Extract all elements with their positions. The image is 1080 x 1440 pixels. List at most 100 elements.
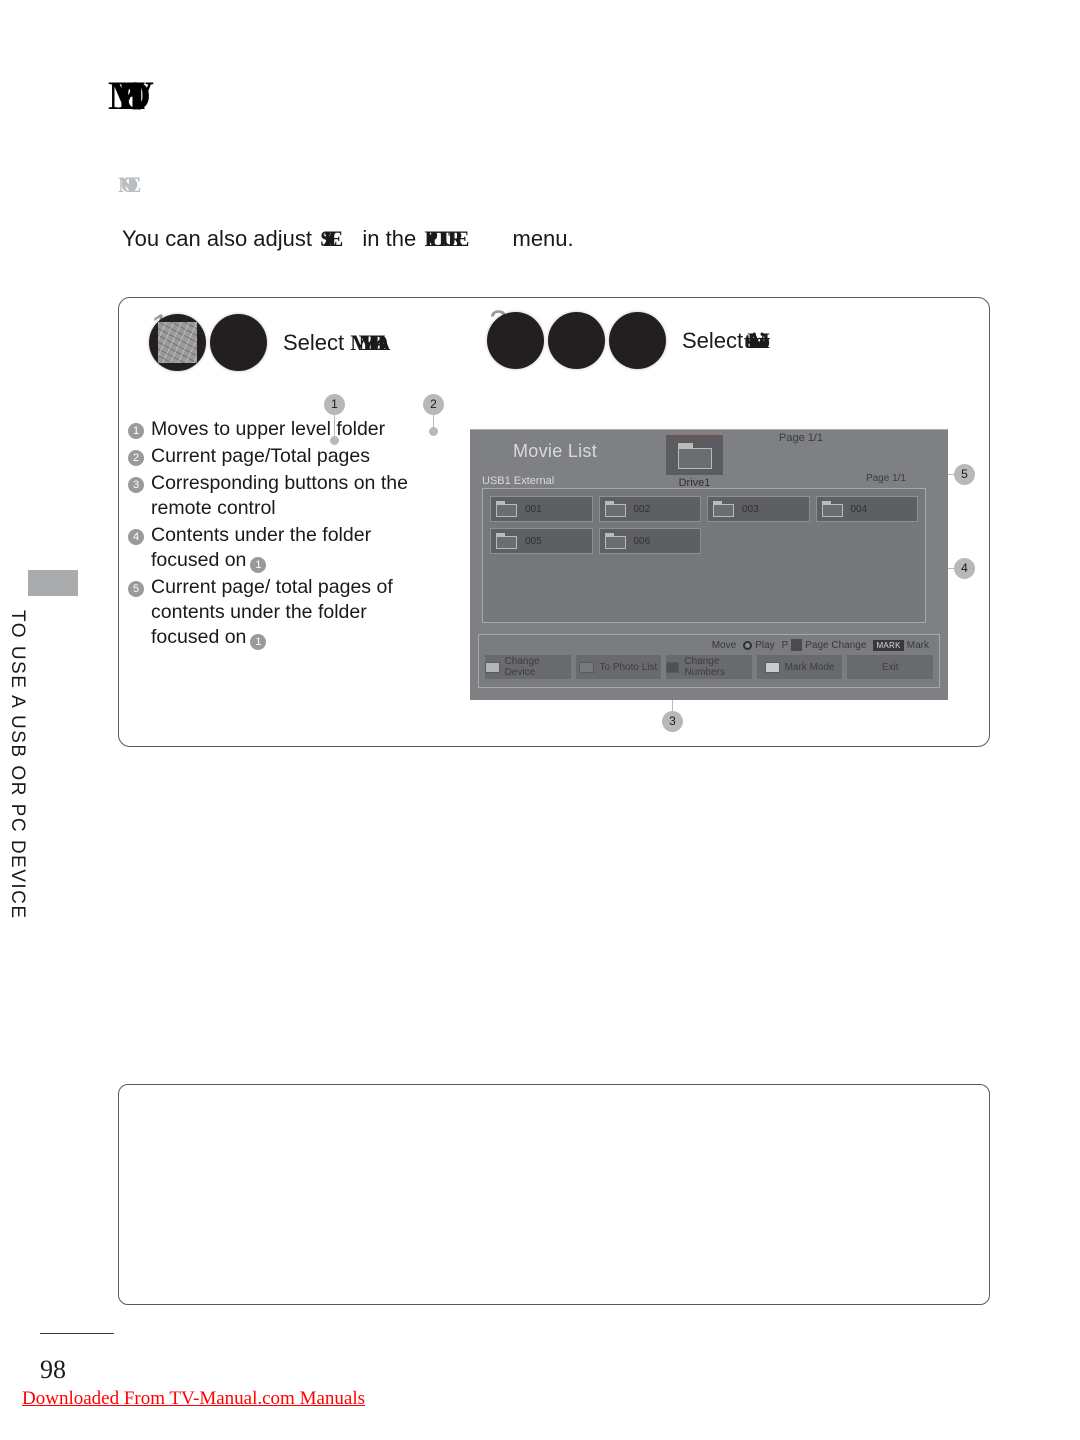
folder-icon bbox=[604, 533, 626, 549]
download-source-link[interactable]: Downloaded From TV-Manual.com Manuals bbox=[22, 1388, 365, 1410]
tv-file-item[interactable]: 004 bbox=[815, 496, 918, 522]
note-icon: NOTE bbox=[118, 172, 142, 197]
tv-title: Movie List bbox=[513, 441, 598, 461]
page-title: MOVIE bbox=[108, 73, 144, 118]
step-2-key-down[interactable] bbox=[548, 312, 605, 369]
legend-badge-4: 4 bbox=[128, 529, 144, 545]
tv-file-item[interactable]: 003 bbox=[707, 496, 810, 522]
tv-key-change-device[interactable]: Change Device bbox=[485, 655, 571, 679]
hint-page-prefix: P bbox=[781, 639, 789, 651]
folder-icon bbox=[677, 442, 712, 469]
tv-file-name: 002 bbox=[633, 503, 651, 515]
callout-5: 5 bbox=[954, 464, 975, 485]
legend-text-5: Current page/ total pages of contents un… bbox=[151, 575, 428, 650]
legend-item-3: 3 Corresponding buttons on the remote co… bbox=[128, 471, 428, 521]
folder-icon bbox=[496, 501, 517, 517]
callout-2: 2 bbox=[423, 394, 444, 415]
hint-move-label: Move bbox=[711, 639, 737, 651]
note-token-picture: PICTURE bbox=[424, 226, 469, 251]
callout-4: 4 bbox=[954, 558, 975, 579]
tv-file-item[interactable]: 001 bbox=[490, 496, 593, 522]
tv-key-label: Change Device bbox=[504, 656, 540, 678]
legend-text-1: Moves to upper level folder bbox=[151, 418, 386, 440]
tv-screen-mock: Page 1/1 Movie List Drive1 USB1 External… bbox=[470, 429, 948, 700]
step-2-key-ok[interactable] bbox=[609, 312, 666, 369]
tv-hints: Move Play P Page Change MARK Mark bbox=[479, 635, 939, 651]
callout-1: 1 bbox=[324, 394, 345, 415]
tv-source-label: USB1 External bbox=[482, 475, 555, 487]
step-1-label-before: Select bbox=[283, 329, 345, 355]
legend-list: 1 Moves to upper level folder 2 Current … bbox=[128, 417, 428, 652]
step-1-label-after: . bbox=[379, 329, 386, 355]
side-tab-text: TO USE A USB OR PC DEVICE bbox=[7, 610, 28, 920]
legend-ref-4: 1 bbox=[250, 557, 267, 573]
tv-key-label: Change Numbers bbox=[684, 656, 725, 678]
legend-text-4: Contents under the folder focused on 1 bbox=[151, 523, 428, 573]
tv-key-label: To Photo List bbox=[599, 661, 658, 673]
note-text-middle: in the bbox=[362, 226, 417, 251]
callout-3: 3 bbox=[662, 711, 683, 732]
tv-key-mark-mode[interactable]: Mark Mode bbox=[756, 655, 843, 679]
step-1-key-ok[interactable] bbox=[210, 314, 267, 371]
page-button-icon bbox=[791, 639, 803, 651]
folder-icon bbox=[604, 501, 626, 517]
hint-play-label: Play bbox=[755, 639, 775, 651]
legend-item-2: 2 Current page/Total pages bbox=[128, 444, 428, 469]
step-2-label-before: Select bbox=[682, 327, 744, 353]
tv-page-inner: Page 1/1 bbox=[865, 473, 906, 484]
step-1-key-mymedia[interactable] bbox=[149, 314, 206, 371]
legend-item-5: 5 Current page/ total pages of contents … bbox=[128, 575, 428, 650]
green-key-icon bbox=[579, 661, 595, 673]
hint-mark: MARK Mark bbox=[873, 639, 929, 651]
legend-badge-3: 3 bbox=[128, 477, 144, 493]
tv-drive[interactable]: Drive1 bbox=[666, 435, 723, 489]
note-sentence: You can also adjust SIZE in the PICTURE … bbox=[122, 226, 574, 252]
step-1-label: Select MY MEDIA. bbox=[283, 329, 390, 356]
callout-2-nub bbox=[429, 427, 438, 436]
tv-key-change-numbers[interactable]: Change Numbers bbox=[666, 655, 752, 679]
footer-rule bbox=[40, 1333, 114, 1334]
note-text-before: You can also adjust bbox=[122, 226, 312, 251]
drive-thumb[interactable] bbox=[666, 435, 723, 475]
legend-text-2: Current page/Total pages bbox=[151, 445, 370, 467]
hint-page-label: Page Change bbox=[805, 639, 867, 651]
tv-key-label: Mark Mode bbox=[784, 661, 835, 673]
tv-key-label: Exit bbox=[881, 661, 899, 673]
hint-play: Play bbox=[743, 639, 775, 651]
tv-file-item[interactable]: 006 bbox=[598, 528, 701, 554]
lower-content-box bbox=[118, 1084, 990, 1305]
legend-text-5-main: Current page/ total pages of contents un… bbox=[151, 576, 393, 648]
blue-key-icon bbox=[764, 661, 780, 673]
hint-page-change: P Page Change bbox=[781, 639, 867, 651]
step-1-label-token: MY MEDIA bbox=[350, 329, 390, 355]
tv-key-to-photo-list[interactable]: To Photo List bbox=[575, 655, 662, 679]
tv-key-exit[interactable]: Exit bbox=[847, 655, 933, 679]
step-1: 1 Select MY MEDIA. bbox=[149, 308, 390, 371]
legend-badge-1: 1 bbox=[128, 423, 144, 439]
tv-page-outer: Page 1/1 bbox=[779, 432, 824, 444]
step-2-label: Select Movie List bbox=[682, 327, 760, 354]
legend-item-1: 1 Moves to upper level folder bbox=[128, 417, 428, 442]
tv-file-grid: 001 002 003 004 005 006 bbox=[490, 496, 918, 554]
tv-color-keys: Change Device To Photo List Change Numbe… bbox=[479, 651, 939, 679]
mark-badge-icon: MARK bbox=[873, 639, 904, 651]
yellow-key-icon bbox=[666, 661, 680, 673]
tv-file-item[interactable]: 005 bbox=[490, 528, 593, 554]
side-tab-marker bbox=[28, 570, 78, 596]
tv-remote-bar: Move Play P Page Change MARK Mark Change… bbox=[478, 634, 940, 688]
circle-ok-icon bbox=[743, 640, 753, 650]
tv-file-name: 005 bbox=[525, 535, 542, 547]
note-token-size: SIZE bbox=[320, 226, 343, 251]
folder-icon bbox=[496, 533, 517, 549]
legend-badge-5: 5 bbox=[128, 581, 144, 597]
folder-icon bbox=[713, 501, 734, 517]
step-2-key-up[interactable] bbox=[487, 312, 544, 369]
hint-move: Move bbox=[712, 640, 736, 651]
step-2: 2 Select Movie List bbox=[487, 304, 760, 369]
tv-file-name: 001 bbox=[525, 503, 542, 515]
tv-file-name: 006 bbox=[633, 535, 651, 547]
legend-badge-2: 2 bbox=[128, 450, 144, 466]
tv-file-item[interactable]: 002 bbox=[598, 496, 701, 522]
legend-item-4: 4 Contents under the folder focused on 1 bbox=[128, 523, 428, 573]
tv-file-grid-wrap: 001 002 003 004 005 006 bbox=[482, 488, 926, 623]
